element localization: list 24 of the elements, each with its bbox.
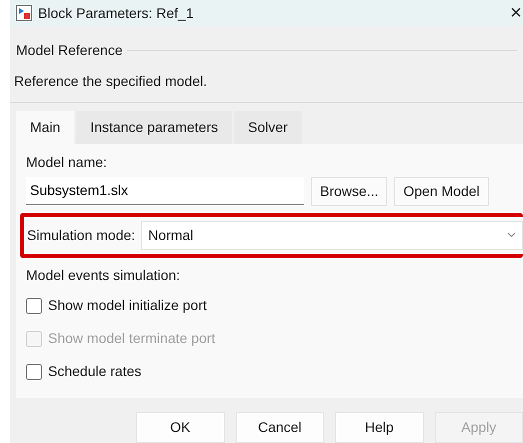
checkbox-label: Show model initialize port [48,296,207,315]
checkbox[interactable] [26,298,42,314]
dialog-button[interactable]: Cancel [236,412,324,443]
dialog-button[interactable]: Help [335,412,424,443]
app-icon [16,5,32,21]
window-title: Block Parameters: Ref_1 [38,4,195,23]
description-text: Reference the specified model. [14,73,207,89]
group-label: Model events simulation: [26,266,180,282]
close-button[interactable]: × [509,3,523,23]
model-name-field[interactable]: Subsystem1.slx [26,177,304,205]
tab[interactable]: Solver [234,111,302,144]
dialog-button[interactable]: OK [136,412,224,443]
tab[interactable]: Main [16,111,74,144]
simulation-mode-dropdown[interactable]: Normal [141,220,523,250]
section-title: Model Reference [16,41,123,60]
field-label: Simulation mode: [27,226,136,244]
model-button[interactable]: Open Model [394,176,489,206]
field-label: Model name: [26,154,107,170]
checkbox[interactable] [26,364,42,380]
checkbox-label: Schedule rates [48,362,142,381]
checkbox-label: Show model terminate port [48,329,216,348]
chevron-icon [507,232,516,238]
model-button[interactable]: Browse... [311,176,388,206]
tab[interactable]: Instance parameters [76,111,232,144]
